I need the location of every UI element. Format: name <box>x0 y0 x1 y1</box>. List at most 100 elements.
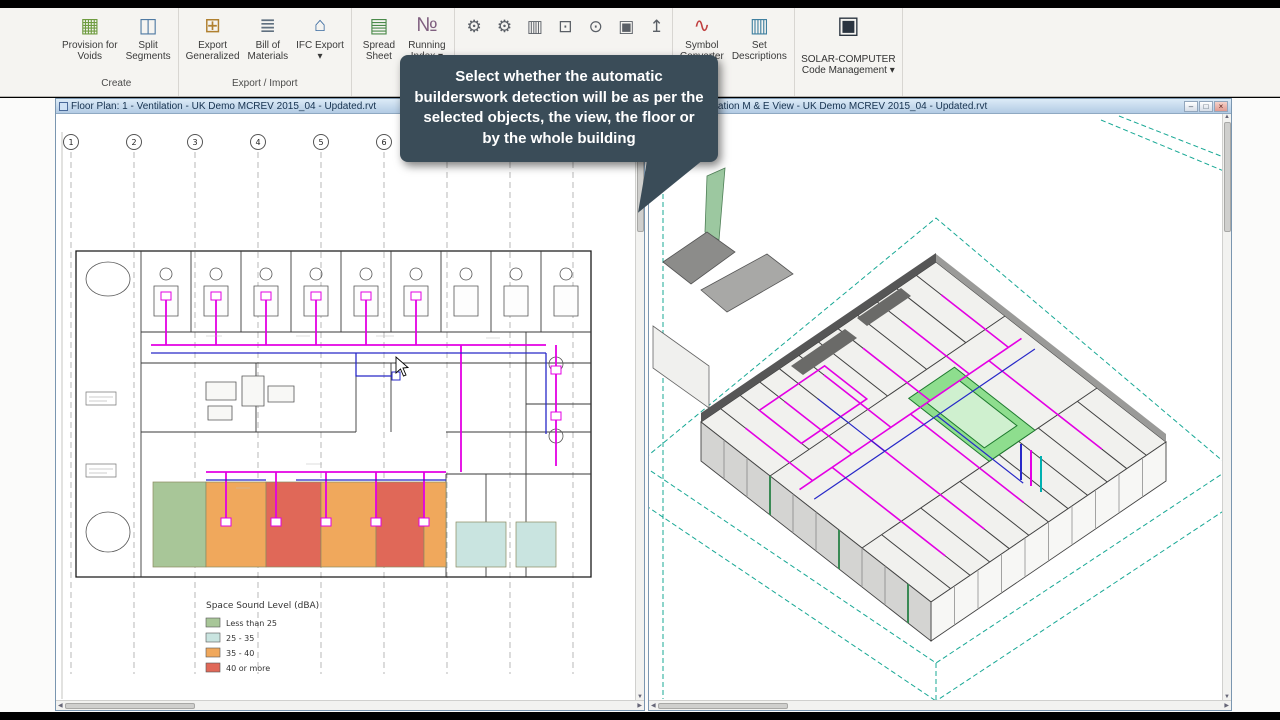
svg-text:3: 3 <box>192 138 197 147</box>
split-segments-label-2: Segments <box>125 51 171 62</box>
three-d-hscrollbar[interactable]: ◀ ▶ <box>649 700 1231 710</box>
sound-zone-orange-1 <box>205 481 267 568</box>
solar-computer-label-2: Code Management <box>801 65 887 76</box>
provision-for-voids-button[interactable]: ▦ Provision for Voids <box>59 10 121 63</box>
legend-label-25-35: 25 - 35 <box>226 634 254 643</box>
columns-tool-icon-button[interactable]: ▥ <box>524 10 546 44</box>
floor-plan-hscrollbar[interactable]: ◀ ▶ <box>56 700 644 710</box>
bill-of-materials-label-2: Materials <box>247 51 289 62</box>
three-d-vscroll-thumb[interactable] <box>1223 122 1231 232</box>
ribbon-panel-create: ▦ Provision for Voids ◫ Split Segments C… <box>55 8 179 96</box>
annotation-marks <box>206 335 500 489</box>
split-segments-label-1: Split <box>138 40 158 51</box>
grid-lines <box>70 152 574 674</box>
split-segments-button[interactable]: ◫ Split Segments <box>123 10 174 63</box>
svg-text:4: 4 <box>255 138 260 147</box>
bill-of-materials-label-1: Bill of <box>255 40 281 51</box>
export-generalized-icon: ⊞ <box>204 14 221 37</box>
ifc-export-icon: ⌂ <box>313 13 327 36</box>
symbol-converter-label-1: Symbol <box>685 40 719 51</box>
scroll-left-icon[interactable]: ◀ <box>651 702 656 709</box>
letterbox-top <box>0 0 1280 8</box>
legend-swatch-35-40 <box>205 647 221 658</box>
export-generalized-label-1: Export <box>198 40 228 51</box>
export-generalized-button[interactable]: ⊞ Export Generalized <box>183 10 243 63</box>
legend-label-40-more: 40 or more <box>226 664 270 673</box>
running-index-icon: № <box>416 13 438 36</box>
chart-export-icon-button[interactable]: ↥ <box>645 10 667 44</box>
floor-plan-doc-icon <box>59 101 68 111</box>
ifc-export-dropdown-icon: ▾ <box>317 51 323 62</box>
config-gears-icon-button[interactable]: ⚙ <box>493 10 515 44</box>
scroll-left-icon[interactable]: ◀ <box>58 702 63 709</box>
spread-sheet-label-2: Sheet <box>365 51 392 62</box>
sound-zone-teal-1 <box>455 521 507 568</box>
legend-swatch-less-25 <box>205 617 221 628</box>
floor-plan-hscroll-thumb[interactable] <box>64 702 195 709</box>
three-d-minimize-button[interactable]: – <box>1184 100 1198 112</box>
automation-gears-icon-button[interactable]: ⚙ <box>463 10 485 44</box>
svg-text:5: 5 <box>318 138 323 147</box>
callout-tooltip: Select whether the automatic builderswor… <box>400 55 718 213</box>
letterbox-bottom <box>0 712 1280 720</box>
floor-plan-window: Floor Plan: 1 - Ventilation - UK Demo MC… <box>55 98 645 711</box>
sound-zone-green <box>152 481 207 568</box>
legend-swatch-40-more <box>205 662 221 673</box>
floor-plan-canvas[interactable]: 1 2 3 4 5 6 7 8 9 <box>56 114 635 700</box>
package-tool-icon-button[interactable]: ⊡ <box>554 10 576 44</box>
building-top-face <box>701 262 1166 602</box>
three-d-vscrollbar[interactable]: ▲ ▼ <box>1222 114 1231 700</box>
legend-swatch-25-35 <box>205 632 221 643</box>
three-d-title: Full Coordination M & E View - UK Demo M… <box>664 100 988 112</box>
three-d-maximize-button[interactable]: □ <box>1199 100 1213 112</box>
set-descriptions-icon: ▥ <box>749 14 769 37</box>
solar-computer-dropdown-icon[interactable]: ▾ <box>890 65 895 76</box>
solar-computer-monitor-icon: ▣ <box>837 11 860 39</box>
panel-label-create: Create <box>101 78 132 89</box>
workspace: Floor Plan: 1 - Ventilation - UK Demo MC… <box>0 98 1280 712</box>
sound-zones <box>152 481 557 568</box>
plan-tag-boxes <box>85 391 117 478</box>
split-segments-icon: ◫ <box>138 14 158 37</box>
symbol-converter-icon: ∿ <box>693 14 711 37</box>
panel-label-export-import: Export / Import <box>231 78 298 89</box>
ribbon-panel-solar-computer: ▣ SOLAR-COMPUTER Code Management ▾ <box>795 8 903 96</box>
svg-text:1: 1 <box>68 138 73 147</box>
spread-sheet-button[interactable]: ▤ Spread Sheet <box>356 10 402 63</box>
three-d-window: Full Coordination M & E View - UK Demo M… <box>648 98 1232 711</box>
scroll-right-icon[interactable]: ▶ <box>637 702 642 709</box>
running-index-label-1: Running <box>408 40 446 51</box>
solar-computer-button[interactable]: ▣ <box>825 10 871 40</box>
solar-computer-label: SOLAR-COMPUTER Code Management ▾ <box>799 54 898 76</box>
search-tool-icon-button[interactable]: ⊙ <box>585 10 607 44</box>
legend-label-less-25: Less than 25 <box>226 619 277 628</box>
monitor-tool-icon-button[interactable]: ▣ <box>615 10 637 44</box>
spread-sheet-label-1: Spread <box>362 40 396 51</box>
provision-voids-icon: ▦ <box>80 14 100 37</box>
three-d-close-button[interactable]: × <box>1214 100 1228 112</box>
svg-text:2: 2 <box>131 138 136 147</box>
set-descriptions-label-1: Set <box>751 40 767 51</box>
set-descriptions-button[interactable]: ▥ Set Descriptions <box>729 10 790 63</box>
sound-legend: Space Sound Level (dBA) Less than 25 25 … <box>205 601 319 673</box>
ribbon-panel-export-import: ⊞ Export Generalized ≣ Bill of Materials… <box>179 8 352 96</box>
scroll-up-icon[interactable]: ▲ <box>1224 114 1230 120</box>
solar-computer-label-1: SOLAR-COMPUTER <box>801 54 896 65</box>
ifc-export-label-1: IFC Export <box>296 40 344 51</box>
provision-voids-label-1: Provision for <box>62 40 118 51</box>
provision-voids-label-2: Voids <box>77 51 103 62</box>
three-d-titlebar[interactable]: Full Coordination M & E View - UK Demo M… <box>649 99 1231 114</box>
bill-of-materials-icon: ≣ <box>259 14 277 37</box>
ifc-export-button[interactable]: ⌂ IFC Export ▾ <box>293 10 347 63</box>
app-window: ▦ Provision for Voids ◫ Split Segments C… <box>0 0 1280 720</box>
scroll-right-icon[interactable]: ▶ <box>1224 702 1229 709</box>
export-generalized-label-2: Generalized <box>185 51 240 62</box>
three-d-canvas[interactable] <box>649 114 1222 700</box>
sound-zone-teal-2 <box>515 521 557 568</box>
three-d-hscroll-thumb[interactable] <box>657 702 788 709</box>
legend-title: Space Sound Level (dBA) <box>206 601 319 611</box>
sound-zone-red-2 <box>375 481 425 568</box>
legend-label-35-40: 35 - 40 <box>226 649 254 658</box>
spread-sheet-icon: ▤ <box>369 14 389 37</box>
bill-of-materials-button[interactable]: ≣ Bill of Materials <box>245 10 292 63</box>
